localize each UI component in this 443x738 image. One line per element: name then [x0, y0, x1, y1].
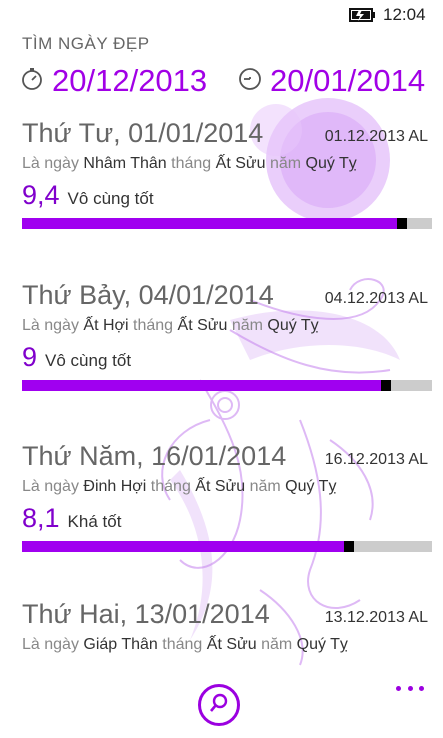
day-can-chi: Nhâm Thân — [83, 155, 167, 172]
result-can-chi: Là ngày Đinh Hợi tháng Ất Sửu năm Quý Tỵ — [22, 478, 336, 496]
score-value: 9,4 — [22, 180, 60, 210]
status-bar: 12:04 — [0, 0, 443, 30]
result-can-chi: Là ngày Nhâm Thân tháng Ất Sửu năm Quý T… — [22, 155, 357, 173]
result-lunar-date: 04.12.2013 AL — [324, 290, 428, 307]
date-range: 20/12/2013 20/01/2014 — [0, 63, 443, 103]
result-day: Thứ Hai, 13/01/2014 — [22, 599, 270, 629]
score-bar-fill — [22, 541, 344, 552]
year-word: năm — [261, 636, 293, 653]
ellipsis-dot — [407, 685, 413, 691]
day-prefix: Là ngày — [22, 317, 79, 334]
month-word: tháng — [171, 155, 212, 172]
score-bar-fill — [22, 380, 381, 391]
year-word: năm — [249, 478, 281, 495]
month-can-chi: Ất Sửu — [195, 478, 246, 495]
day-prefix: Là ngày — [22, 478, 79, 495]
month-can-chi: Ất Sửu — [206, 636, 257, 653]
result-day: Thứ Năm, 16/01/2014 — [22, 441, 287, 471]
score-value: 8,1 — [22, 503, 60, 533]
month-word: tháng — [162, 636, 203, 653]
score-bar-marker — [397, 218, 407, 229]
ellipsis-dot — [396, 685, 401, 691]
score-rating: Vô cùng tốt — [67, 189, 154, 208]
result-day: Thứ Tư, 01/01/2014 — [22, 118, 264, 148]
score-row: 8,1 Khá tốt — [22, 503, 121, 534]
search-icon — [208, 692, 230, 719]
score-row: 9 Vô cùng tốt — [22, 342, 131, 373]
day-prefix: Là ngày — [22, 636, 79, 653]
month-can-chi: Ất Sửu — [177, 317, 228, 334]
to-date-value: 20/01/2014 — [270, 63, 426, 98]
year-word: năm — [269, 155, 302, 172]
month-word: tháng — [150, 478, 191, 495]
result-lunar-date: 16.12.2013 AL — [324, 451, 428, 468]
year-can-chi: Quý Tỵ — [305, 155, 357, 172]
from-date-value: 20/12/2013 — [52, 63, 208, 98]
battery-charging-icon — [349, 7, 379, 28]
ellipsis-icon[interactable] — [396, 680, 424, 696]
score-rating: Khá tốt — [67, 512, 122, 531]
score-bar — [22, 218, 432, 229]
day-can-chi: Ất Hợi — [83, 317, 129, 334]
month-word: tháng — [133, 317, 174, 334]
result-can-chi: Là ngày Giáp Thân tháng Ất Sửu năm Quý T… — [22, 636, 348, 654]
score-bar-marker — [381, 380, 391, 391]
clock-time: 12:04 — [383, 5, 426, 24]
day-prefix: Là ngày — [22, 155, 79, 172]
result-day: Thứ Bảy, 04/01/2014 — [22, 280, 274, 310]
clock-icon — [238, 67, 262, 96]
search-button[interactable] — [198, 684, 240, 726]
score-value: 9 — [22, 342, 38, 372]
year-can-chi: Quý Tỵ — [267, 317, 319, 334]
score-bar — [22, 541, 432, 552]
to-date-picker[interactable]: 20/01/2014 — [238, 63, 425, 99]
day-can-chi: Đinh Hợi — [83, 478, 147, 495]
stopwatch-icon — [20, 67, 44, 96]
month-can-chi: Ất Sửu — [215, 155, 266, 172]
score-bar-fill — [22, 218, 397, 229]
score-bar-marker — [344, 541, 354, 552]
result-lunar-date: 13.12.2013 AL — [324, 609, 428, 626]
day-can-chi: Giáp Thân — [83, 636, 158, 653]
ellipsis-dot — [419, 685, 424, 691]
result-lunar-date: 01.12.2013 AL — [324, 128, 428, 145]
score-bar — [22, 380, 432, 391]
from-date-picker[interactable]: 20/12/2013 — [20, 63, 207, 99]
score-rating: Vô cùng tốt — [45, 351, 132, 370]
page-title: TÌM NGÀY ĐẸP — [22, 34, 150, 53]
score-row: 9,4 Vô cùng tốt — [22, 180, 154, 211]
app-bar — [0, 678, 443, 738]
year-word: năm — [231, 317, 263, 334]
year-can-chi: Quý Tỵ — [285, 478, 337, 495]
year-can-chi: Quý Tỵ — [296, 636, 348, 653]
result-can-chi: Là ngày Ất Hợi tháng Ất Sửu năm Quý Tỵ — [22, 317, 319, 335]
